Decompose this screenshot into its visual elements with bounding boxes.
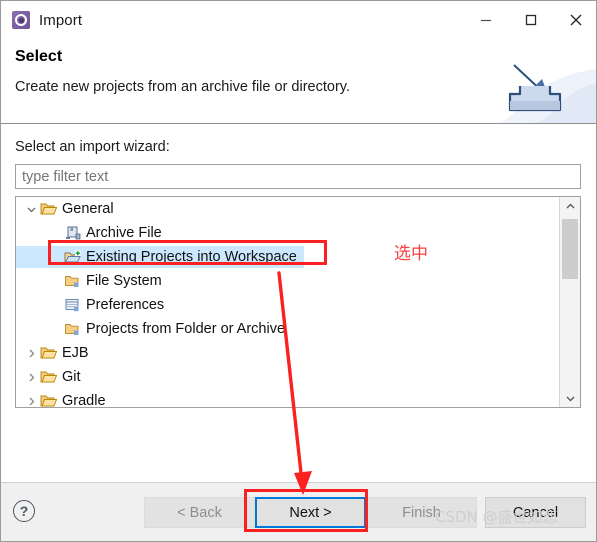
import-tray-arrow-icon bbox=[494, 64, 596, 123]
tree-item-label: General bbox=[62, 201, 114, 217]
tree-row-existing-projects[interactable]: Existing Projects into Workspace bbox=[16, 245, 559, 269]
tree-row[interactable]: Preferences bbox=[16, 293, 559, 317]
import-wizard-icon bbox=[12, 11, 30, 29]
closed-folder-icon bbox=[40, 369, 59, 385]
chevron-right-icon[interactable] bbox=[16, 372, 40, 383]
select-wizard-label: Select an import wizard: bbox=[15, 139, 170, 155]
tree-item-label: Preferences bbox=[86, 297, 165, 313]
tree-row[interactable]: Archive File bbox=[16, 221, 559, 245]
folder-icon bbox=[64, 321, 83, 337]
chevron-right-icon[interactable] bbox=[16, 396, 40, 407]
help-icon[interactable]: ? bbox=[13, 500, 35, 522]
maximize-icon[interactable] bbox=[508, 1, 553, 39]
back-button[interactable]: < Back bbox=[144, 497, 255, 528]
window-controls bbox=[463, 1, 596, 39]
tree-row[interactable]: Gradle bbox=[16, 389, 559, 407]
tree-item-label: Projects from Folder or Archive bbox=[86, 321, 286, 337]
tree-item-label: Existing Projects into Workspace bbox=[86, 249, 297, 265]
next-button[interactable]: Next > bbox=[255, 497, 366, 528]
watermark: CSDN @盛世如恋 bbox=[435, 508, 558, 526]
wizard-body: Select an import wizard: General bbox=[1, 124, 596, 482]
close-icon[interactable] bbox=[553, 1, 596, 39]
folder-icon bbox=[64, 273, 83, 289]
tree-item-label: Archive File bbox=[86, 225, 162, 241]
closed-folder-icon bbox=[40, 393, 59, 407]
archive-file-icon bbox=[64, 225, 83, 241]
chevron-down-icon[interactable] bbox=[16, 204, 40, 215]
tree-item-label: Gradle bbox=[62, 393, 106, 407]
tree-row[interactable]: File System bbox=[16, 269, 559, 293]
closed-folder-icon bbox=[40, 345, 59, 361]
filter-input[interactable] bbox=[15, 164, 581, 189]
preferences-icon bbox=[64, 297, 83, 313]
open-folder-icon bbox=[40, 201, 59, 217]
tree-vertical-scrollbar[interactable] bbox=[559, 197, 580, 407]
tree-item-label: EJB bbox=[62, 345, 89, 361]
page-description: Create new projects from an archive file… bbox=[15, 79, 350, 95]
window-title: Import bbox=[39, 11, 83, 29]
tree-row[interactable]: General bbox=[16, 197, 559, 221]
tree-item-label: Git bbox=[62, 369, 81, 385]
title-bar: Import bbox=[1, 1, 596, 39]
tree-row[interactable]: EJB bbox=[16, 341, 559, 365]
chevron-right-icon[interactable] bbox=[16, 348, 40, 359]
tree-row[interactable]: Projects from Folder or Archive bbox=[16, 317, 559, 341]
import-wizard-tree[interactable]: General Archive File Existing Projects i… bbox=[15, 196, 581, 408]
wizard-banner: Select Create new projects from an archi… bbox=[1, 39, 596, 123]
annotation-selected-note: 选中 bbox=[394, 244, 428, 264]
minimize-icon[interactable] bbox=[463, 1, 508, 39]
import-project-folder-icon bbox=[64, 249, 83, 265]
chevron-down-icon[interactable] bbox=[560, 389, 580, 407]
tree-item-label: File System bbox=[86, 273, 162, 289]
tree-rows: General Archive File Existing Projects i… bbox=[16, 197, 559, 407]
chevron-up-icon[interactable] bbox=[560, 197, 580, 215]
tree-row[interactable]: Git bbox=[16, 365, 559, 389]
scrollbar-thumb[interactable] bbox=[562, 219, 578, 279]
page-title: Select bbox=[15, 48, 63, 65]
import-wizard-window: Import Select Create new projects from a… bbox=[0, 0, 597, 542]
